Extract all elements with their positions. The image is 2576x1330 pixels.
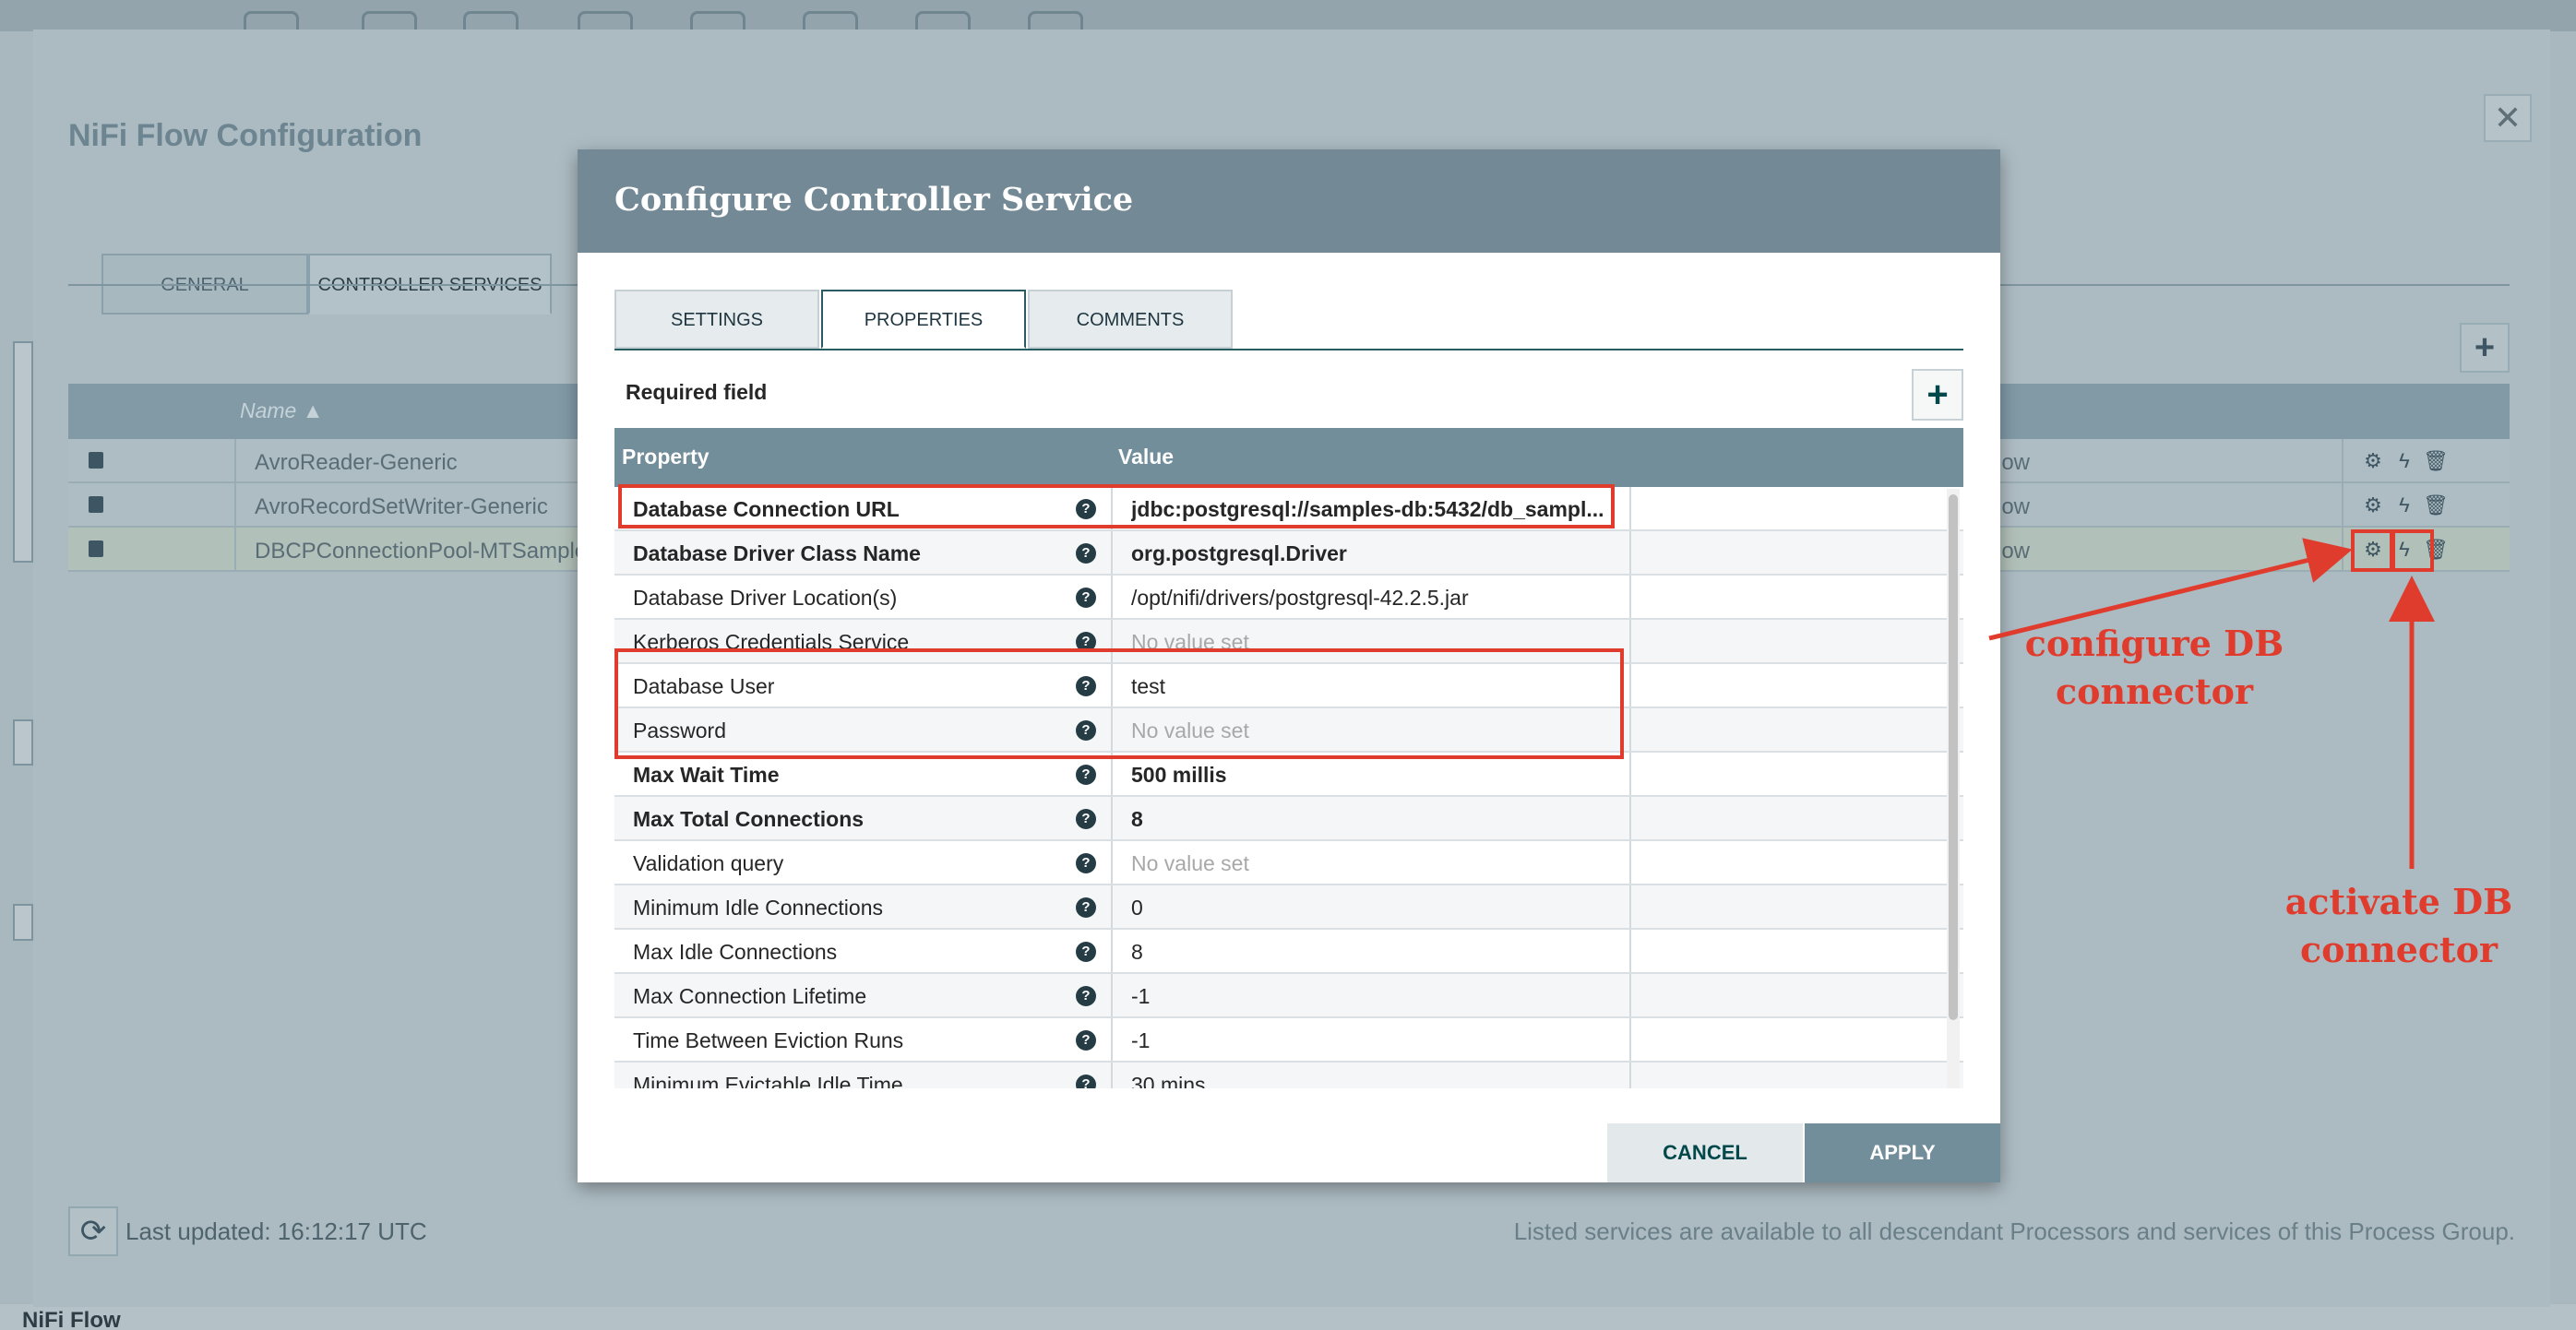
annotation-line: configure DB: [2024, 623, 2284, 664]
annotation-line: connector: [2300, 929, 2498, 970]
annotation-line: activate DB: [2284, 881, 2513, 922]
annotation-line: connector: [2056, 671, 2253, 712]
annotation-activate-db-connector: activate DB connector: [2251, 878, 2546, 974]
annotation-configure-db-connector: configure DB connector: [2011, 620, 2297, 716]
